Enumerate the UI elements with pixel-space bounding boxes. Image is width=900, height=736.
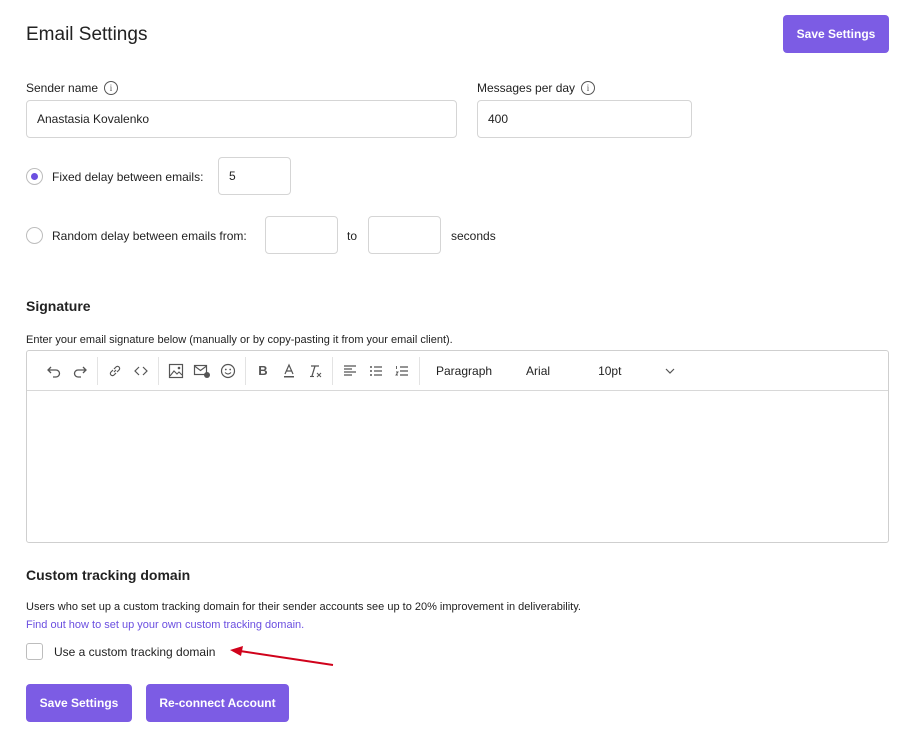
link-icon[interactable]: [104, 360, 126, 382]
insert-group: [159, 356, 246, 385]
tracking-help-link[interactable]: Find out how to set up your own custom t…: [26, 619, 304, 631]
page-title: Email Settings: [26, 24, 148, 45]
signature-description: Enter your email signature below (manual…: [26, 334, 453, 346]
fixed-delay-input[interactable]: [218, 157, 291, 195]
text-color-icon[interactable]: [278, 360, 300, 382]
bold-icon[interactable]: B: [252, 360, 274, 382]
align-left-icon[interactable]: [339, 360, 361, 382]
sender-name-input[interactable]: [26, 100, 457, 138]
undo-icon[interactable]: [43, 360, 65, 382]
email-template-icon[interactable]: [191, 360, 213, 382]
messages-per-day-label: Messages per day: [477, 81, 576, 95]
bullet-list-icon[interactable]: [365, 360, 387, 382]
tracking-title: Custom tracking domain: [26, 567, 191, 583]
custom-domain-checkbox[interactable]: [26, 643, 43, 660]
signature-editor: B Paragraph Arial 10pt: [26, 350, 889, 543]
custom-domain-checkbox-label: Use a custom tracking domain: [54, 645, 216, 659]
redo-icon[interactable]: [69, 360, 91, 382]
format-group: B: [246, 356, 333, 385]
random-delay-radio[interactable]: [26, 227, 43, 244]
random-delay-label: Random delay between emails from:: [52, 229, 247, 243]
fixed-delay-radio[interactable]: [26, 168, 43, 185]
signature-editor-body[interactable]: [27, 392, 888, 542]
clear-format-icon[interactable]: [304, 360, 326, 382]
save-settings-button-top[interactable]: Save Settings: [783, 15, 889, 53]
reconnect-account-button[interactable]: Re-connect Account: [146, 684, 289, 722]
chevron-down-icon[interactable]: [659, 360, 681, 382]
image-icon[interactable]: [165, 360, 187, 382]
random-delay-to-input[interactable]: [368, 216, 441, 254]
messages-per-day-label-row: Messages per day i: [477, 81, 596, 95]
style-group: Paragraph Arial 10pt: [420, 357, 687, 385]
to-label: to: [347, 229, 358, 243]
emoji-icon[interactable]: [217, 360, 239, 382]
link-group: [98, 356, 159, 385]
info-icon[interactable]: i: [104, 81, 119, 95]
signature-title: Signature: [26, 298, 91, 314]
code-icon[interactable]: [130, 360, 152, 382]
tracking-description: Users who set up a custom tracking domai…: [26, 601, 581, 613]
align-group: [333, 356, 420, 385]
sender-name-label: Sender name: [26, 81, 99, 95]
seconds-label: seconds: [451, 229, 496, 243]
history-group: [37, 356, 98, 385]
font-family-select[interactable]: Arial: [516, 364, 574, 378]
sender-name-label-row: Sender name i: [26, 81, 119, 95]
numbered-list-icon[interactable]: [391, 360, 413, 382]
random-delay-from-input[interactable]: [265, 216, 338, 254]
editor-toolbar: B Paragraph Arial 10pt: [27, 351, 888, 391]
font-size-select[interactable]: 10pt: [588, 364, 645, 378]
fixed-delay-label: Fixed delay between emails:: [52, 170, 204, 184]
block-format-select[interactable]: Paragraph: [426, 364, 502, 378]
messages-per-day-input[interactable]: [477, 100, 692, 138]
info-icon[interactable]: i: [581, 81, 596, 95]
annotation-arrow-icon: [230, 646, 334, 666]
save-settings-button-bottom[interactable]: Save Settings: [26, 684, 132, 722]
